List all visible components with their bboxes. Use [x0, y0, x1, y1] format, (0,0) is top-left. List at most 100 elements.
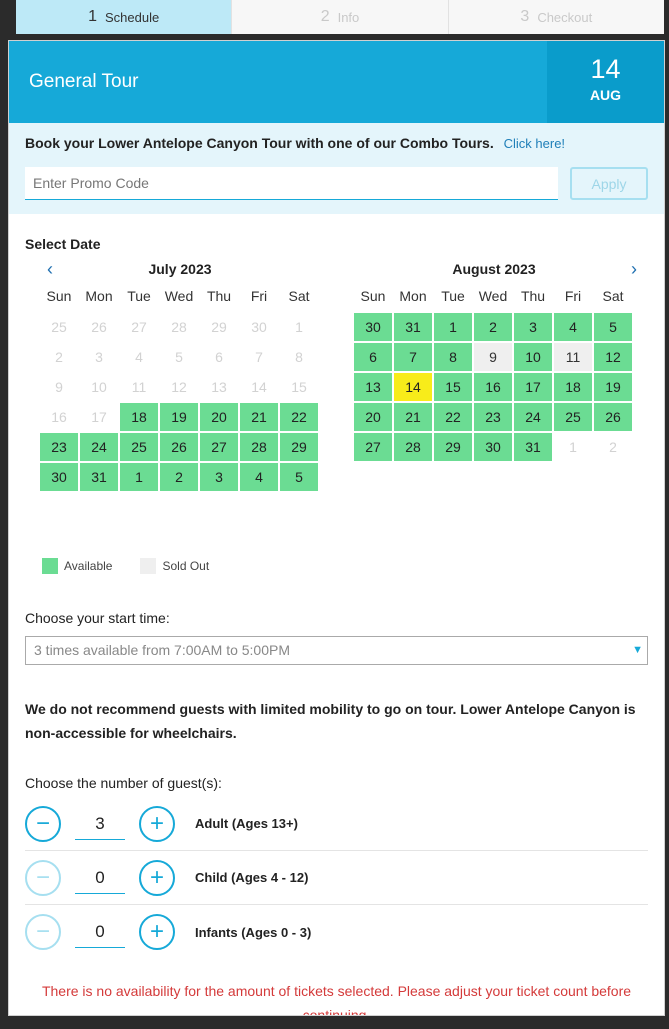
calendar-day[interactable]: 21 [240, 403, 278, 431]
calendar-day[interactable]: 23 [40, 433, 78, 461]
calendar-day-selected[interactable]: 14 [394, 373, 432, 401]
calendar-day: 17 [91, 409, 107, 425]
prev-month-icon[interactable]: ‹ [39, 258, 61, 280]
promo-area: Book your Lower Antelope Canyon Tour wit… [9, 123, 664, 214]
calendar-day[interactable]: 8 [434, 343, 472, 371]
infant-quantity-input[interactable]: 0 [75, 916, 125, 948]
calendar-day[interactable]: 2 [474, 313, 512, 341]
weekday-label: Sun [360, 288, 386, 304]
next-month-icon[interactable]: › [623, 258, 645, 280]
weekday-label: Wed [478, 288, 508, 304]
step-schedule[interactable]: 1 Schedule [16, 0, 233, 34]
calendar-day[interactable]: 5 [594, 313, 632, 341]
calendar-day[interactable]: 30 [354, 313, 392, 341]
increment-infant-button[interactable]: + [139, 914, 175, 950]
calendar-day[interactable]: 31 [514, 433, 552, 461]
increment-adult-button[interactable]: + [139, 805, 175, 842]
calendar-day[interactable]: 3 [200, 463, 238, 491]
apply-button[interactable]: Apply [570, 167, 648, 200]
calendar-day[interactable]: 30 [474, 433, 512, 461]
step-checkout[interactable]: 3 Checkout [449, 0, 664, 34]
calendar-day[interactable]: 19 [160, 403, 198, 431]
calendar-day[interactable]: 4 [554, 313, 592, 341]
calendar-day[interactable]: 20 [200, 403, 238, 431]
calendar-day[interactable]: 6 [354, 343, 392, 371]
legend-available: Available [64, 559, 113, 573]
calendar-day[interactable]: 21 [394, 403, 432, 431]
calendar-day[interactable]: 2 [160, 463, 198, 491]
calendar-day[interactable]: 22 [280, 403, 318, 431]
calendar-day[interactable]: 19 [594, 373, 632, 401]
calendar-day[interactable]: 30 [40, 463, 78, 491]
calendar-grid: 25 26 27 28 29 30 1 2 3 4 5 6 7 8 9 10 11 12 13 14 15 16 17 18 1… [39, 312, 321, 492]
calendar-day: 30 [251, 319, 267, 335]
calendar-day: 26 [91, 319, 107, 335]
calendar-day[interactable]: 16 [474, 373, 512, 401]
calendar-day[interactable]: 31 [394, 313, 432, 341]
calendar-day[interactable]: 18 [554, 373, 592, 401]
calendar-day[interactable]: 27 [200, 433, 238, 461]
calendar-day[interactable]: 24 [80, 433, 118, 461]
infant-label: Infants (Ages 0 - 3) [195, 924, 312, 940]
step-info[interactable]: 2 Info [232, 0, 449, 34]
child-quantity-input[interactable]: 0 [75, 862, 125, 894]
calendar-day[interactable]: 23 [474, 403, 512, 431]
calendar-day[interactable]: 4 [240, 463, 278, 491]
weekday-label: Mon [85, 288, 113, 304]
start-time-value: 3 times available from 7:00AM to 5:00PM [34, 642, 291, 658]
calendar-day[interactable]: 28 [240, 433, 278, 461]
calendar-day[interactable]: 26 [160, 433, 198, 461]
calendar-week: 20 21 22 23 24 25 26 [353, 402, 635, 432]
calendar-day[interactable]: 25 [120, 433, 158, 461]
calendar-day[interactable]: 27 [354, 433, 392, 461]
calendar-day[interactable]: 15 [434, 373, 472, 401]
calendar-day: 12 [171, 379, 187, 395]
calendar-day: 29 [211, 319, 227, 335]
start-time-select[interactable]: 3 times available from 7:00AM to 5:00PM … [25, 636, 648, 665]
calendar-day: 2 [609, 439, 617, 455]
calendar-day[interactable]: 28 [394, 433, 432, 461]
weekday-label: Thu [206, 288, 232, 304]
availability-error: There is no availability for the amount … [41, 983, 632, 1016]
weekday-label: Fri [564, 288, 582, 304]
calendar-title: July 2023 [148, 261, 212, 277]
calendar-day[interactable]: 5 [280, 463, 318, 491]
weekday-label: Mon [399, 288, 427, 304]
calendar-day[interactable]: 29 [280, 433, 318, 461]
calendar-day: 13 [211, 379, 227, 395]
adult-label: Adult (Ages 13+) [195, 816, 298, 831]
calendar-week: 13 14 15 16 17 18 19 [353, 372, 635, 402]
calendar-day[interactable]: 1 [120, 463, 158, 491]
calendar-week: 25 26 27 28 29 30 1 [39, 312, 321, 342]
calendar-week: 16 17 18 19 20 21 22 [39, 402, 321, 432]
calendar-day[interactable]: 12 [594, 343, 632, 371]
calendar-day[interactable]: 18 [120, 403, 158, 431]
calendar-day[interactable]: 13 [354, 373, 392, 401]
calendar-day[interactable]: 10 [514, 343, 552, 371]
calendar-week: 30 31 1 2 3 4 5 [353, 312, 635, 342]
calendar-week: 27 28 29 30 31 1 2 [353, 432, 635, 462]
calendar-day[interactable]: 1 [434, 313, 472, 341]
calendar-day[interactable]: 17 [514, 373, 552, 401]
calendar-day[interactable]: 31 [80, 463, 118, 491]
decrement-child-button[interactable]: − [25, 859, 61, 896]
calendar-week: 23 24 25 26 27 28 29 [39, 432, 321, 462]
adult-quantity-input[interactable]: 3 [75, 808, 125, 840]
promo-code-input[interactable] [25, 167, 558, 200]
calendar-day[interactable]: 7 [394, 343, 432, 371]
decrement-infant-button[interactable]: − [25, 914, 61, 950]
calendar-day[interactable]: 25 [554, 403, 592, 431]
calendar-day[interactable]: 22 [434, 403, 472, 431]
calendar-day: 2 [55, 349, 63, 365]
combo-link[interactable]: Click here! [504, 136, 565, 151]
calendar-day: 4 [135, 349, 143, 365]
calendar-day[interactable]: 20 [354, 403, 392, 431]
calendar-day[interactable]: 24 [514, 403, 552, 431]
decrement-adult-button[interactable]: − [25, 805, 61, 842]
calendar-day[interactable]: 29 [434, 433, 472, 461]
calendar-day[interactable]: 26 [594, 403, 632, 431]
calendar-day: 9 [474, 343, 512, 371]
increment-child-button[interactable]: + [139, 859, 175, 896]
calendar-day: 6 [215, 349, 223, 365]
calendar-day[interactable]: 3 [514, 313, 552, 341]
